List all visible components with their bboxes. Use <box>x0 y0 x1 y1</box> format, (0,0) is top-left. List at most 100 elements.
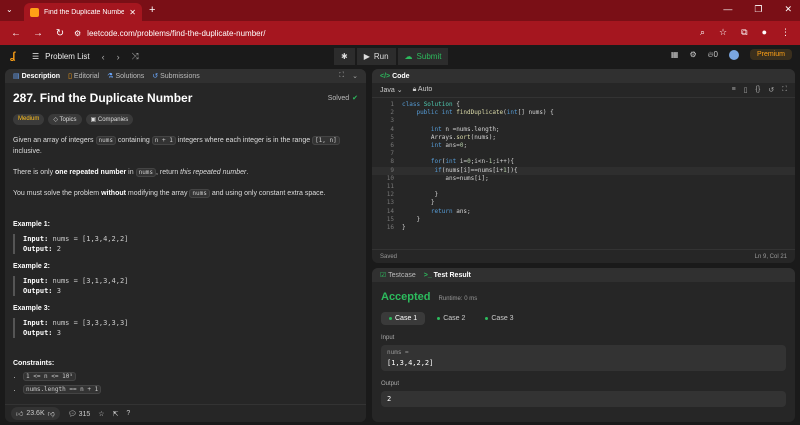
premium-button[interactable]: Premium <box>749 49 792 60</box>
inline-code: nums <box>189 189 210 198</box>
output-label: Output: <box>23 245 53 253</box>
shuffle-icon[interactable]: ⤨ <box>132 51 139 62</box>
case-tab-2[interactable]: Case 2 <box>429 312 473 325</box>
text: containing <box>117 137 150 144</box>
code-status-bar: Saved Ln 9, Col 21 <box>372 249 795 263</box>
tab-test-result[interactable]: >_ Test Result <box>424 272 471 279</box>
case-tab-1[interactable]: Case 1 <box>381 312 426 325</box>
streak-fire[interactable]: 🔥︎0 <box>708 50 718 60</box>
statement-paragraph-3: You must solve the problem without modif… <box>13 188 358 199</box>
book-icon: ▯ <box>68 73 72 80</box>
inline-code: nums <box>135 168 157 177</box>
text: , return <box>156 169 179 176</box>
run-button[interactable]: ▶ Run <box>356 48 396 65</box>
text: Given an array of integers <box>13 137 94 144</box>
input-label: Input <box>381 335 395 341</box>
difficulty-chip[interactable]: Medium <box>13 114 45 125</box>
bookmark-star-icon[interactable]: ☆ <box>719 27 727 38</box>
case-label: Case 3 <box>491 315 514 322</box>
case-tab-3[interactable]: Case 3 <box>477 312 521 325</box>
save-status: Saved <box>380 253 398 260</box>
minimize-icon[interactable]: — <box>723 4 732 15</box>
expand-icon[interactable]: ⛶ <box>339 72 344 80</box>
statement-paragraph-2: There is only one repeated number in num… <box>13 168 249 177</box>
code-brackets-icon: </> <box>380 72 391 80</box>
input-label: Input: <box>23 319 49 327</box>
url-field[interactable]: ⚙ leetcode.com/problems/find-the-duplica… <box>74 25 714 41</box>
braces-icon[interactable]: {} <box>756 86 761 94</box>
back-icon[interactable]: ← <box>10 28 22 39</box>
reset-icon[interactable]: ↺ <box>768 86 774 94</box>
tab-description[interactable]: ▤ Description <box>13 72 60 80</box>
constraint-item: 1 <= n <= 10⁵ <box>23 372 358 381</box>
output-value: 2 <box>387 395 392 403</box>
next-problem-icon[interactable]: › <box>117 52 120 62</box>
cursor-position: Ln 9, Col 21 <box>754 253 787 260</box>
example-title: Example 3: <box>13 305 50 312</box>
companies-chip[interactable]: ▣ Companies <box>85 114 134 125</box>
example-input: nums = [1,3,4,2,2] <box>52 235 129 243</box>
profile-icon[interactable]: ● <box>762 27 767 38</box>
statement-paragraph-1: Given an array of integers nums containi… <box>13 135 358 157</box>
tab-code[interactable]: </> Code <box>380 73 410 80</box>
example-output: 2 <box>56 245 61 253</box>
output-label: Output: <box>23 287 53 295</box>
problem-list-link[interactable]: Problem List <box>45 52 89 61</box>
fullscreen-icon[interactable]: ⛶ <box>782 86 787 94</box>
problem-title: 287. Find the Duplicate Number <box>13 91 193 105</box>
language-select[interactable]: Java ⌄ <box>380 86 403 94</box>
pass-dot-icon <box>389 317 392 320</box>
tab-solutions[interactable]: ⚗ Solutions <box>107 72 144 80</box>
zoom-icon[interactable]: ⌕ <box>700 27 705 38</box>
bookmark-icon[interactable]: ▯ <box>744 86 748 94</box>
tab-testcase[interactable]: ☑ Testcase <box>380 271 416 279</box>
example-title: Example 2: <box>13 263 50 270</box>
help-icon[interactable]: ? <box>126 410 130 417</box>
input-label: Input: <box>23 277 49 285</box>
code-editor[interactable]: 1 class Solution { 2 public int findDupli… <box>372 98 795 232</box>
tab-list-icon[interactable]: ⌄ <box>6 5 13 14</box>
pass-dot-icon <box>437 317 441 320</box>
document-icon: ▤ <box>13 73 20 80</box>
description-footer: 👍︎ 23.6K 👎︎ 💬︎ 315 ☆ ⇱ ? <box>5 404 366 422</box>
favorite-star-icon[interactable]: ☆ <box>98 410 104 418</box>
topics-chip[interactable]: ◇ Topics <box>48 114 82 125</box>
leetcode-logo-icon[interactable]: ʆ <box>10 51 20 63</box>
like-button[interactable]: 👍︎ 23.6K 👎︎ <box>11 407 60 420</box>
forward-icon[interactable]: → <box>32 28 44 39</box>
share-icon[interactable]: ⇱ <box>113 410 119 418</box>
tab-submissions[interactable]: ↺ Submissions <box>152 72 200 80</box>
extensions-icon[interactable]: ⧉ <box>741 27 747 38</box>
close-tab-icon[interactable]: ✕ <box>129 8 136 17</box>
comments-button[interactable]: 💬︎ 315 <box>68 410 91 418</box>
bold-text: without <box>101 190 126 197</box>
example-input: nums = [3,1,3,4,2] <box>52 277 129 285</box>
thumbs-down-icon[interactable]: 👎︎ <box>48 409 55 418</box>
constraints-list: 1 <= n <= 10⁵ nums.length == n + 1 <box>13 372 358 394</box>
output-box: 2 <box>381 391 786 407</box>
prev-problem-icon[interactable]: ‹ <box>102 52 105 62</box>
reload-icon[interactable]: ↻ <box>54 28 66 39</box>
settings-icon[interactable]: ⚙ <box>689 50 696 59</box>
bug-icon: ✱ <box>341 52 348 61</box>
input-value: [1,3,4,2,2] <box>387 359 434 367</box>
lock-icon: 🔒︎ <box>412 86 417 93</box>
browser-tab[interactable]: Find the Duplicate Number - Le ✕ <box>24 3 142 21</box>
tab-editorial[interactable]: ▯ Editorial <box>68 72 99 80</box>
menu-icon[interactable]: ⋮ <box>781 27 790 38</box>
new-tab-icon[interactable]: + <box>149 4 155 16</box>
solved-status: Solved ✔ <box>328 94 358 103</box>
layout-icon[interactable]: ▦ <box>671 50 679 59</box>
thumbs-up-icon: 👍︎ <box>16 411 24 418</box>
list-icon: ☰ <box>32 52 40 61</box>
avatar[interactable] <box>728 49 739 60</box>
submit-button[interactable]: ☁ Submit <box>397 48 449 65</box>
maximize-icon[interactable]: ❐ <box>754 4 762 15</box>
debug-button[interactable]: ✱ <box>334 48 355 65</box>
auto-mode[interactable]: 🔒︎ Auto <box>413 86 433 94</box>
pane-menu-icon[interactable]: ⌄ <box>352 72 358 80</box>
terminal-icon: >_ <box>423 271 432 279</box>
close-window-icon[interactable]: ✕ <box>784 4 792 15</box>
format-icon[interactable]: ≡ <box>732 86 736 94</box>
site-info-icon[interactable]: ⚙ <box>74 29 81 38</box>
